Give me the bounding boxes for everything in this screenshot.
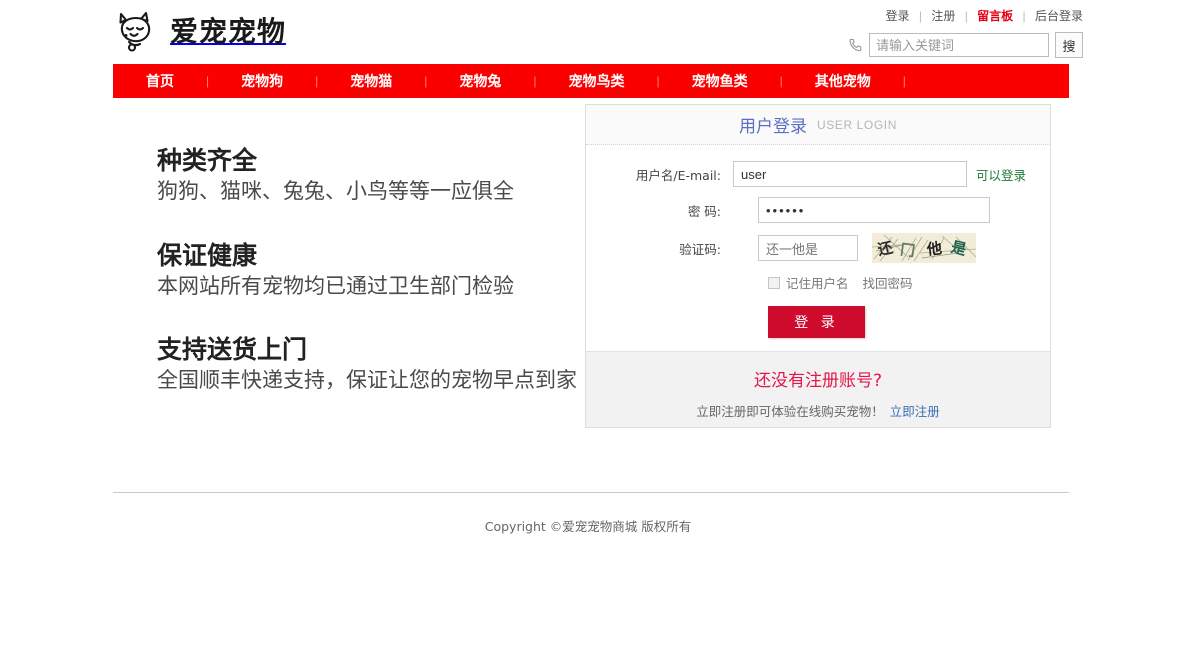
- remember-username-label: 记住用户名: [786, 273, 849, 292]
- login-title-en: USER LOGIN: [817, 118, 897, 132]
- password-label: 密 码:: [586, 201, 733, 220]
- nav-separator: |: [887, 64, 922, 98]
- nav-separator: |: [299, 64, 334, 98]
- nav-item-home[interactable]: 首页: [130, 64, 190, 98]
- topnav-separator: |: [913, 9, 928, 23]
- nav-item-other[interactable]: 其他宠物: [799, 64, 887, 98]
- register-now-link[interactable]: 立即注册: [890, 404, 940, 419]
- register-prompt: 还没有注册账号?: [586, 366, 1050, 391]
- topnav-link-admin[interactable]: 后台登录: [1035, 9, 1083, 23]
- nav-item-fish[interactable]: 宠物鱼类: [676, 64, 764, 98]
- login-panel-header: 用户登录 USER LOGIN: [586, 105, 1050, 145]
- topnav-separator: |: [959, 9, 974, 23]
- promo-section: 种类齐全 狗狗、猫咪、兔兔、小鸟等等一应俱全 保证健康 本网站所有宠物均已通过卫…: [157, 145, 577, 395]
- captcha-row: 验证码: 还 冂 他: [586, 233, 1050, 263]
- nav-separator: |: [408, 64, 443, 98]
- promo-title: 支持送货上门: [157, 334, 577, 365]
- nav-item-birds[interactable]: 宠物鸟类: [553, 64, 641, 98]
- username-row: 用户名/E-mail: 可以登录: [586, 161, 1050, 187]
- promo-title: 保证健康: [157, 240, 577, 271]
- search-input[interactable]: [869, 33, 1049, 57]
- promo-subtitle: 本网站所有宠物均已通过卫生部门检验: [157, 273, 577, 300]
- login-form: 用户名/E-mail: 可以登录 密 码: 验证码:: [586, 145, 1050, 338]
- forgot-password-link[interactable]: 找回密码: [863, 273, 913, 292]
- topnav-link-login[interactable]: 登录: [886, 9, 910, 23]
- register-promo: 还没有注册账号? 立即注册即可体验在线购买宠物！ 立即注册: [586, 351, 1050, 427]
- footer-copyright: Copyright ©爱宠宠物商城 版权所有: [0, 516, 1176, 535]
- promo-block: 保证健康 本网站所有宠物均已通过卫生部门检验: [157, 240, 577, 301]
- password-input[interactable]: [758, 197, 990, 223]
- username-hint: 可以登录: [976, 165, 1026, 184]
- svg-text:冂: 冂: [899, 240, 916, 260]
- dog-face-icon: [113, 8, 161, 56]
- phone-icon: [848, 37, 863, 53]
- topnav-link-guestbook[interactable]: 留言板: [977, 9, 1013, 23]
- captcha-image[interactable]: 还 冂 他 是: [858, 233, 976, 263]
- captcha-label: 验证码:: [586, 239, 733, 258]
- topnav-link-register[interactable]: 注册: [931, 9, 955, 23]
- promo-subtitle: 全国顺丰快递支持，保证让您的宠物早点到家: [157, 367, 577, 394]
- register-sub-row: 立即注册即可体验在线购买宠物！ 立即注册: [586, 401, 1050, 420]
- nav-separator: |: [764, 64, 799, 98]
- topnav-separator: |: [1017, 9, 1032, 23]
- login-button-row: 登 录: [768, 306, 1050, 338]
- nav-item-cats[interactable]: 宠物猫: [334, 64, 408, 98]
- login-panel: 用户登录 USER LOGIN 用户名/E-mail: 可以登录 密 码: 验证…: [585, 104, 1051, 428]
- nav-separator: |: [517, 64, 552, 98]
- nav-separator: |: [190, 64, 225, 98]
- nav-item-rabbits[interactable]: 宠物兔: [443, 64, 517, 98]
- promo-subtitle: 狗狗、猫咪、兔兔、小鸟等等一应俱全: [157, 178, 577, 205]
- site-logo-text: 爱宠宠物: [170, 18, 286, 46]
- login-options-row: 记住用户名 找回密码: [768, 273, 1050, 292]
- username-input[interactable]: [733, 161, 967, 187]
- username-label: 用户名/E-mail:: [586, 165, 733, 184]
- login-title-cn: 用户登录: [739, 112, 807, 137]
- nav-item-dogs[interactable]: 宠物狗: [225, 64, 299, 98]
- captcha-input[interactable]: [758, 235, 858, 261]
- promo-block: 种类齐全 狗狗、猫咪、兔兔、小鸟等等一应俱全: [157, 145, 577, 206]
- password-row: 密 码:: [586, 197, 1050, 223]
- site-logo[interactable]: 爱宠宠物: [113, 8, 286, 56]
- promo-block: 支持送货上门 全国顺丰快递支持，保证让您的宠物早点到家: [157, 334, 577, 395]
- search-button[interactable]: 搜: [1055, 32, 1083, 58]
- page-root: 登录 | 注册 | 留言板 | 后台登录: [0, 0, 1196, 662]
- promo-title: 种类齐全: [157, 145, 577, 176]
- top-utility-nav: 登录 | 注册 | 留言板 | 后台登录: [886, 7, 1084, 24]
- login-submit-button[interactable]: 登 录: [768, 306, 865, 338]
- remember-username-checkbox[interactable]: [768, 277, 780, 289]
- register-sub-text: 立即注册即可体验在线购买宠物！: [696, 404, 884, 419]
- footer-divider: [113, 492, 1069, 493]
- main-navigation: 首页 | 宠物狗 | 宠物猫 | 宠物兔 | 宠物鸟类 | 宠物鱼类 | 其他宠…: [113, 64, 1069, 98]
- search-bar: 搜: [848, 32, 1083, 58]
- nav-separator: |: [641, 64, 676, 98]
